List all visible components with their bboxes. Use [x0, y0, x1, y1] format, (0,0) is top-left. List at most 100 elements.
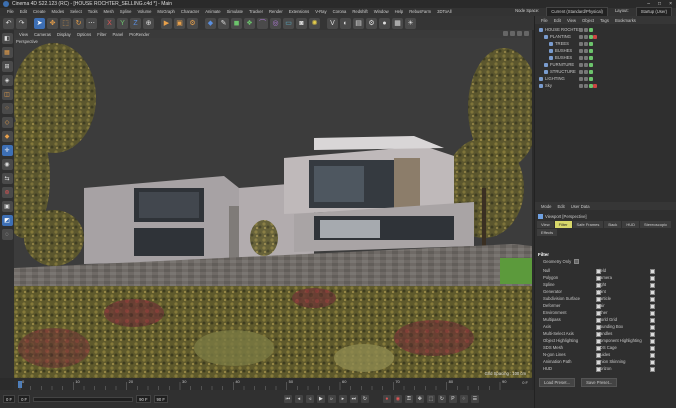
z-axis-icon[interactable]: Z — [130, 17, 141, 29]
editor-visibility-icon[interactable] — [579, 62, 583, 67]
object-row[interactable]: FURNITURE — [535, 61, 676, 68]
render-visibility-icon[interactable] — [584, 76, 588, 81]
solo-icon[interactable]: ◌ — [1, 229, 13, 240]
render-visibility-icon[interactable] — [584, 83, 588, 88]
vp-menu-prorender[interactable]: ProRender — [126, 32, 152, 37]
editor-visibility-icon[interactable] — [579, 34, 583, 39]
render-view-icon[interactable]: ▶ — [161, 17, 172, 29]
make-editable-icon[interactable]: ◧ — [1, 33, 13, 44]
points-mode-icon[interactable]: ⁘ — [1, 103, 13, 114]
attr-tab-hud[interactable]: HUD — [622, 221, 639, 228]
move-icon[interactable]: ✥ — [47, 17, 58, 29]
editor-visibility-icon[interactable] — [579, 69, 583, 74]
vp-menu-view[interactable]: View — [16, 32, 31, 37]
menu-corona[interactable]: Corona — [330, 8, 350, 16]
enable-check-icon[interactable] — [589, 62, 593, 67]
filter-option[interactable]: Component Highlighting — [597, 338, 667, 344]
om-menu-edit[interactable]: Edit — [551, 18, 564, 23]
filter-checkbox[interactable] — [650, 338, 655, 344]
vp-menu-cameras[interactable]: Cameras — [31, 32, 54, 37]
planar-workplane-icon[interactable]: ◩ — [1, 215, 13, 226]
vp-menu-options[interactable]: Options — [74, 32, 94, 37]
filter-option[interactable]: Onion Skinning — [597, 359, 667, 365]
vray-light-icon[interactable]: ◐ — [340, 17, 351, 29]
subdivision-icon[interactable]: ◼ — [231, 17, 242, 29]
edges-mode-icon[interactable]: ◇ — [1, 117, 13, 128]
menu-mesh[interactable]: Mesh — [101, 8, 117, 16]
pla-key-icon[interactable]: ⁘ — [459, 395, 468, 403]
vp-menu-panel[interactable]: Panel — [110, 32, 127, 37]
bend-icon[interactable]: ⌒ — [257, 17, 268, 29]
om-menu-view[interactable]: View — [564, 18, 579, 23]
visibility-toggles[interactable] — [579, 48, 593, 53]
om-menu-tags[interactable]: Tags — [597, 18, 612, 23]
keyframe-selection-icon[interactable]: ⚿ — [404, 395, 413, 403]
editor-visibility-icon[interactable] — [579, 55, 583, 60]
camera-icon[interactable]: ◙ — [296, 17, 307, 29]
texture-icon[interactable]: ◫ — [1, 89, 13, 100]
next-frame-icon[interactable]: ▹ — [327, 395, 336, 403]
visibility-toggles[interactable] — [579, 34, 593, 39]
orbit-icon[interactable] — [517, 31, 522, 36]
menu-select[interactable]: Select — [67, 8, 85, 16]
filter-option[interactable]: Guides — [597, 352, 667, 358]
vp-menu-display[interactable]: Display — [54, 32, 74, 37]
object-row[interactable]: TREES — [535, 40, 676, 47]
position-key-icon[interactable]: ✥ — [415, 395, 424, 403]
visibility-toggles[interactable] — [579, 76, 593, 81]
filter-option[interactable]: Other — [597, 310, 667, 316]
om-menu-bookmarks[interactable]: Bookmarks — [612, 18, 639, 23]
visibility-toggles[interactable] — [579, 55, 593, 60]
menu-extensions[interactable]: Extensions — [286, 8, 312, 16]
attr-tab-stereoscopic[interactable]: Stereoscopic — [639, 221, 672, 228]
coordinate-system-icon[interactable]: ⊕ — [143, 17, 154, 29]
render-visibility-icon[interactable] — [584, 41, 588, 46]
menu-tools[interactable]: Tools — [85, 8, 101, 16]
filter-option[interactable]: Horizon — [597, 366, 667, 372]
attr-menu-mode[interactable]: Mode — [538, 204, 554, 209]
loop-icon[interactable]: ↻ — [360, 395, 369, 403]
menu-render[interactable]: Render — [266, 8, 286, 16]
attr-tab-effects[interactable]: Effects — [537, 229, 558, 236]
filter-checkbox[interactable] — [650, 352, 655, 358]
menu-volume[interactable]: Volume — [134, 8, 154, 16]
om-menu-object[interactable]: Object — [579, 18, 597, 23]
menu-modes[interactable]: Modes — [49, 8, 68, 16]
x-axis-icon[interactable]: X — [104, 17, 115, 29]
polygons-mode-icon[interactable]: ◆ — [1, 131, 13, 142]
visibility-toggles[interactable] — [579, 27, 593, 32]
editor-visibility-icon[interactable] — [579, 48, 583, 53]
maximize-view-icon[interactable] — [524, 31, 529, 36]
visibility-toggles[interactable] — [579, 41, 593, 46]
attr-tab-back[interactable]: Back — [604, 221, 622, 228]
menu-file[interactable]: File — [4, 8, 17, 16]
timeline-menu-icon[interactable]: ☰ — [470, 395, 479, 403]
vray-env-icon[interactable]: ☀ — [405, 17, 416, 29]
attr-tab-safe-frames[interactable]: Safe Frames — [572, 221, 604, 228]
render-visibility-icon[interactable] — [584, 62, 588, 67]
autokey-icon[interactable]: ◉ — [393, 395, 402, 403]
vp-menu-filter[interactable]: Filter — [94, 32, 109, 37]
filter-checkbox[interactable] — [650, 324, 655, 330]
filter-checkbox[interactable] — [650, 296, 655, 302]
scale-icon[interactable]: ⬚ — [60, 17, 71, 29]
render-visibility-icon[interactable] — [584, 69, 588, 74]
filter-checkbox[interactable] — [650, 359, 655, 365]
menu-spline[interactable]: Spline — [117, 8, 135, 16]
filter-option[interactable]: Hair — [597, 303, 667, 309]
object-row[interactable]: HOUSE ROCHTER — [535, 26, 676, 33]
field-icon[interactable]: ◎ — [270, 17, 281, 29]
editor-visibility-icon[interactable] — [579, 83, 583, 88]
attr-tab-view[interactable]: View — [537, 221, 554, 228]
save-preset-button[interactable]: Save Preset... — [581, 378, 618, 387]
redo-icon[interactable]: ↷ — [16, 17, 27, 29]
cloner-icon[interactable]: ❖ — [244, 17, 255, 29]
enable-axis-icon[interactable]: ✛ — [1, 145, 13, 156]
vray-frame-buffer-icon[interactable]: ▤ — [353, 17, 364, 29]
filter-checkbox[interactable] — [650, 345, 655, 351]
filter-option[interactable]: World Grid — [597, 317, 667, 323]
material-tag-icon[interactable] — [593, 34, 597, 39]
symmetry-icon[interactable]: ⇆ — [1, 173, 13, 184]
cube-icon[interactable]: ◆ — [205, 17, 216, 29]
filter-checkbox[interactable] — [650, 366, 655, 372]
